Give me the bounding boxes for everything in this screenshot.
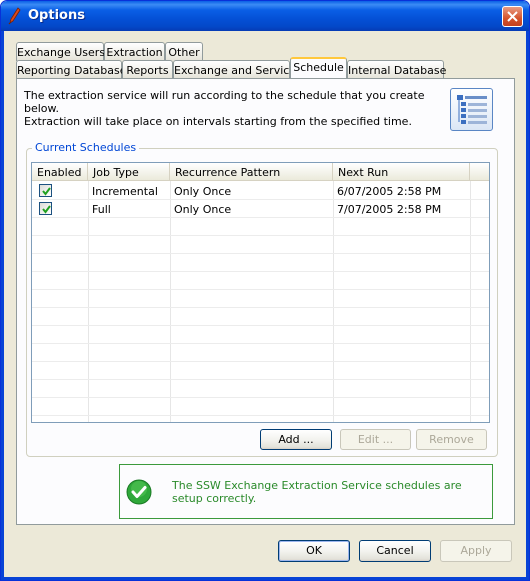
cell-next-run: 6/07/2005 2:58 PM [337,185,442,198]
schedule-list-icon [450,88,493,131]
schedules-table[interactable]: Enabled Job Type Recurrence Pattern Next… [31,162,490,423]
options-window: Options Exchange Users Extraction Other … [0,0,530,581]
apply-button[interactable]: Apply [440,540,512,562]
cell-job-type: Full [92,203,111,216]
edit-schedule-button[interactable]: Edit ... [340,429,411,450]
column-job-type[interactable]: Job Type [88,163,170,181]
current-schedules-label: Current Schedules [32,141,140,154]
check-circle-icon [126,479,152,505]
enabled-checkbox[interactable] [39,202,52,215]
tab-exchange-users[interactable]: Exchange Users [16,42,105,61]
description-line-1: The extraction service will run accordin… [24,89,425,115]
ok-button[interactable]: OK [278,540,350,562]
column-enabled[interactable]: Enabled [32,163,88,181]
add-schedule-button[interactable]: Add ... [260,429,332,450]
cancel-button[interactable]: Cancel [359,540,431,562]
status-message: The SSW Exchange Extraction Service sche… [172,479,462,505]
tab-schedule[interactable]: Schedule [290,57,347,78]
checkmark-icon [42,187,51,196]
table-header: Enabled Job Type Recurrence Pattern Next… [32,163,489,181]
checkmark-icon [42,205,51,214]
column-next-run[interactable]: Next Run [333,163,470,181]
cell-job-type: Incremental [92,185,158,198]
title-bar[interactable]: Options [1,1,529,31]
description-line-2: Extraction will take place on intervals … [24,115,412,128]
tab-internal-database[interactable]: Internal Database [347,60,446,79]
cell-recurrence: Only Once [174,185,232,198]
schedule-description: The extraction service will run accordin… [24,89,444,128]
close-icon [507,11,518,22]
tab-extraction[interactable]: Extraction [104,42,165,61]
tab-other[interactable]: Other [165,42,203,61]
cell-next-run: 7/07/2005 2:58 PM [337,203,442,216]
tab-reporting-database[interactable]: Reporting Database [16,60,126,79]
tab-reports[interactable]: Reports [122,60,173,79]
remove-schedule-button[interactable]: Remove [416,429,487,450]
close-button[interactable] [502,6,523,27]
column-recurrence-pattern[interactable]: Recurrence Pattern [170,163,333,181]
enabled-checkbox[interactable] [39,184,52,197]
cell-recurrence: Only Once [174,203,232,216]
tab-exchange-and-service[interactable]: Exchange and Service [173,60,296,79]
window-title: Options [28,8,85,23]
app-icon [7,7,23,25]
